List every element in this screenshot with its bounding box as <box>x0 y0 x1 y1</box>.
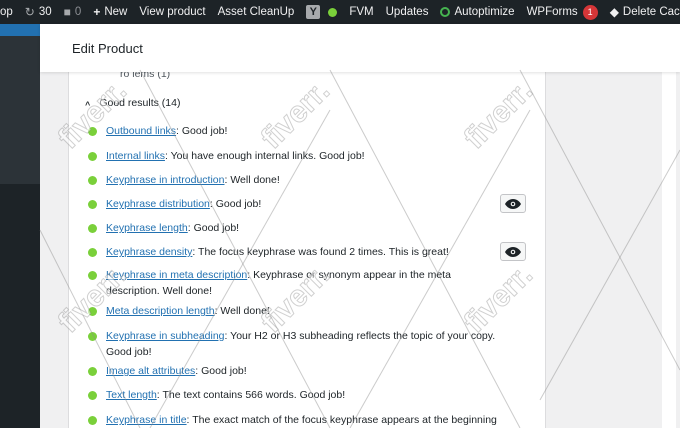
admin-bar: op ↻ 30 ■ 0 + New View product Asset CleanU… <box>0 0 680 24</box>
eye-icon <box>505 246 521 257</box>
assessment-link[interactable]: Keyphrase in meta description <box>106 269 247 281</box>
good-bullet-icon <box>88 307 97 316</box>
assessment-link[interactable]: Keyphrase in title <box>106 414 187 426</box>
assessment-link[interactable]: Keyphrase length <box>106 222 188 234</box>
asset-cleanup-item[interactable]: Asset CleanUp <box>212 0 301 24</box>
assessment-text: : Good job! <box>176 125 228 137</box>
good-bullet-icon <box>88 367 97 376</box>
eye-icon <box>505 198 521 209</box>
assessment-link[interactable]: Meta description length <box>106 305 215 317</box>
assessment-link[interactable]: Keyphrase density <box>106 246 192 258</box>
wpforms-badge: 1 <box>582 4 598 20</box>
autoptimize-label: Autoptimize <box>454 6 515 18</box>
good-bullet-icon <box>88 391 97 400</box>
plus-icon: + <box>93 5 101 19</box>
asset-cleanup-label: Asset CleanUp <box>217 6 295 18</box>
updates-label: Updates <box>385 6 429 18</box>
delete-cache-item[interactable]: ◆ Delete Cach <box>604 0 680 24</box>
highlight-eye-button[interactable] <box>500 242 526 261</box>
assessment-link[interactable]: Text length <box>106 389 157 401</box>
fvm-label: FVM <box>349 6 374 18</box>
wpforms-label: WPForms <box>526 6 578 18</box>
delete-cache-label: Delete Cach <box>622 6 680 18</box>
assessment-link[interactable]: Image alt attributes <box>106 365 195 377</box>
good-bullet-icon <box>88 416 97 425</box>
scrollbar[interactable] <box>662 72 676 428</box>
new-item[interactable]: + New <box>87 0 133 24</box>
assessment-text: : Good job! <box>209 198 262 210</box>
assessment-link[interactable]: Keyphrase distribution <box>106 198 210 210</box>
fvm-item[interactable]: FVM <box>343 0 379 24</box>
admin-sidebar <box>0 24 40 428</box>
good-bullet-icon <box>88 176 97 185</box>
comments-item[interactable]: ■ 0 <box>58 0 88 24</box>
good-bullet-icon <box>88 248 97 257</box>
yoast-icon: Y <box>306 5 321 19</box>
good-bullet-icon <box>88 200 97 209</box>
good-bullet-icon <box>88 271 97 280</box>
good-results-toggle[interactable]: ∧ Good results (14) <box>84 97 180 109</box>
wpforms-item[interactable]: WPForms 1 <box>521 0 604 24</box>
assessment-text: : The text contains 566 words. Good job! <box>156 389 346 401</box>
view-product-label: View product <box>139 6 206 18</box>
new-label: New <box>104 6 128 18</box>
sidebar-submenu <box>0 36 40 184</box>
updates-count: 30 <box>38 6 52 18</box>
editor-header: Edit Product <box>40 24 680 72</box>
updates-item[interactable]: ↻ 30 <box>19 0 58 24</box>
assessment-text: : Good job! <box>195 365 247 377</box>
assessment-link[interactable]: Keyphrase in introduction <box>106 174 225 186</box>
site-name-item[interactable]: op <box>0 0 19 24</box>
assessment-text: : You have enough internal links. Good j… <box>164 150 365 162</box>
yoast-item[interactable]: Y <box>300 0 343 24</box>
diamond-icon: ◆ <box>609 5 619 19</box>
assessment-text: : Well done! <box>224 174 280 186</box>
assessment-text: : The focus keyphrase was found 2 times.… <box>192 246 449 258</box>
good-results-label: Good results (14) <box>99 97 181 109</box>
assessment-text: : Well done! <box>214 305 270 317</box>
autoptimize-item[interactable]: Autoptimize <box>434 0 520 24</box>
assessment-text: : Good job! <box>187 222 240 234</box>
updates-link[interactable]: Updates <box>380 0 435 24</box>
assessment-link[interactable]: Outbound links <box>106 125 176 137</box>
good-bullet-icon <box>88 332 97 341</box>
autoptimize-status-icon <box>440 7 451 17</box>
chevron-up-icon: ∧ <box>84 99 92 107</box>
seo-status-dot-icon <box>328 7 338 17</box>
good-bullet-icon <box>88 152 97 161</box>
comments-count: 0 <box>74 6 82 18</box>
assessment-link[interactable]: Keyphrase in subheading <box>106 330 225 342</box>
good-bullet-icon <box>88 224 97 233</box>
assessment-link[interactable]: Internal links <box>106 150 165 162</box>
site-name: op <box>0 6 13 18</box>
highlight-eye-button[interactable] <box>500 194 526 213</box>
sidebar-active-item[interactable] <box>0 24 40 36</box>
refresh-icon: ↻ <box>24 5 35 19</box>
view-product-link[interactable]: View product <box>133 0 211 24</box>
good-bullet-icon <box>88 127 97 136</box>
comment-icon: ■ <box>63 5 71 19</box>
page-title: Edit Product <box>72 41 143 56</box>
